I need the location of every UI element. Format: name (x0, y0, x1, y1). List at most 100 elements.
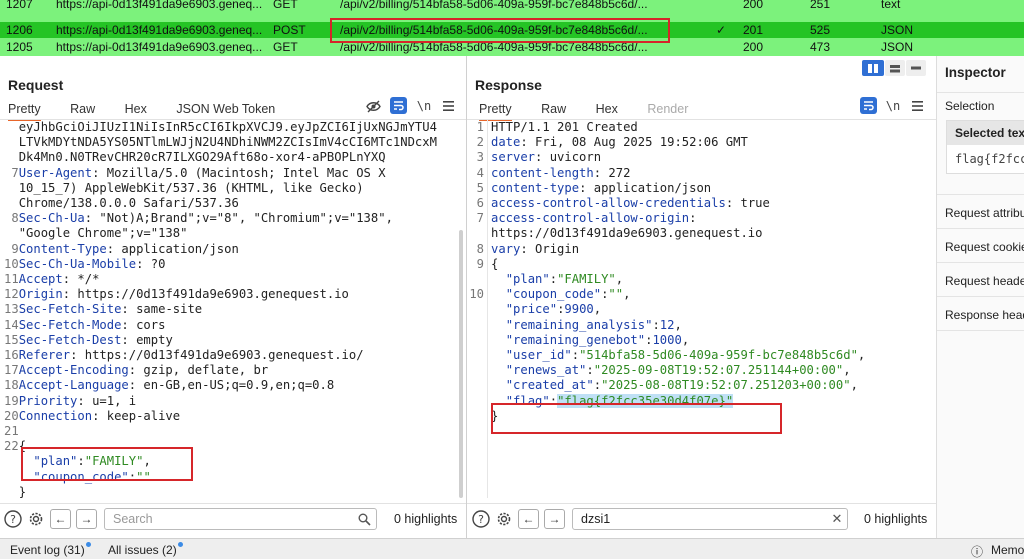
newline-toggle[interactable]: \n (883, 97, 903, 114)
line-number (4, 135, 19, 149)
wrap-toggle-icon[interactable] (860, 97, 877, 114)
json-value: 9900 (564, 302, 594, 317)
header-name: Content-Type (18, 241, 107, 256)
hide-icon[interactable] (365, 98, 381, 114)
section-response-headers[interactable]: Response headers (945, 308, 1024, 322)
tab-jwt[interactable]: JSON Web Token (176, 99, 275, 119)
response-body[interactable]: HTTP/1.1 201 Created date: Fri, 08 Aug 20… (491, 120, 934, 498)
event-log-link[interactable]: Event log (31) (10, 543, 85, 557)
request-tabs: Pretty Raw Hex JSON Web Token (8, 99, 301, 121)
tab-pretty[interactable]: Pretty (479, 99, 512, 121)
code-line: 18Accept-Language: en-GB,en-US;q=0.9,en;… (4, 378, 459, 393)
line-number: 12 (4, 287, 19, 302)
gear-icon[interactable] (26, 509, 46, 529)
selected-text-value[interactable]: flag{f2fcc35e30d4f07e} (947, 145, 1024, 173)
tab-hex[interactable]: Hex (125, 99, 147, 119)
row-id: 1206 (6, 23, 33, 37)
header-name: access-control-allow-origin (491, 211, 690, 226)
menu-icon[interactable] (909, 97, 925, 114)
json-value: "" (608, 287, 624, 302)
row-host: https://api-0d13f491da9e6903.geneq... (56, 23, 263, 37)
request-scrollbar[interactable] (459, 230, 463, 498)
section-request-headers[interactable]: Request headers (945, 274, 1024, 288)
json-key: "remaining_analysis" (505, 317, 653, 332)
line-number (4, 454, 19, 468)
header-value: eyJhbGciOiJIUzI1NiIsInR5cCI6IkpXVCJ9.eyJ… (18, 120, 437, 134)
search-input[interactable]: Search (104, 508, 377, 530)
code-line: LTVkMDYtNDA5YS05NTlmLWJjN2U4NDhiNWM2ZCIs… (4, 135, 459, 150)
header-value: : https://0d13f491da9e6903.genequest.io (62, 287, 349, 302)
row-host: https://api-0d13f491da9e6903.geneq... (56, 40, 263, 54)
json-line: "coupon_code":"", (491, 287, 934, 302)
json-line: "remaining_analysis":12, (491, 318, 934, 333)
gear-icon[interactable] (494, 509, 514, 529)
tab-pretty[interactable]: Pretty (8, 99, 41, 121)
line-number: 16 (4, 348, 19, 363)
divider (937, 330, 1024, 331)
highlight-count: 0 highlights (864, 512, 928, 526)
prev-button[interactable]: ← (518, 509, 539, 529)
header-value: 10_15_7) AppleWebKit/537.36 (KHTML, like… (18, 180, 364, 195)
header-name: content-type (491, 180, 580, 195)
row-id: 1207 (6, 0, 33, 11)
help-icon[interactable]: ? (3, 509, 23, 529)
code-line: { (491, 257, 934, 272)
line-number (4, 196, 19, 210)
next-button[interactable]: → (76, 509, 97, 529)
code-line: 21 (4, 424, 459, 439)
header-value: : Fri, 08 Aug 2025 19:52:06 GMT (520, 135, 748, 150)
code-line: Chrome/138.0.0.0 Safari/537.36 (4, 196, 459, 211)
next-button[interactable]: → (544, 509, 565, 529)
section-request-cookies[interactable]: Request cookies (945, 240, 1024, 254)
memory-label[interactable]: Memory (991, 543, 1024, 557)
help-icon[interactable]: ? (471, 509, 491, 529)
json-line: "price":9900, (491, 302, 934, 317)
code-line: 10_15_7) AppleWebKit/537.36 (KHTML, like… (4, 181, 459, 196)
all-issues-link[interactable]: All issues (2) (108, 543, 177, 557)
info-icon: ⓘ (971, 545, 984, 559)
newline-toggle[interactable]: \n (414, 97, 434, 114)
header-name: Sec-Fetch-Site (18, 302, 122, 317)
header-value: : (689, 211, 697, 226)
header-name: Connection (18, 408, 93, 423)
tab-hex[interactable]: Hex (596, 99, 618, 119)
request-title: Request (8, 77, 64, 93)
tab-raw[interactable]: Raw (70, 99, 95, 119)
code-line: 12Origin: https://0d13f491da9e6903.geneq… (4, 287, 459, 302)
line-number: 17 (4, 363, 19, 378)
code-line: 19Priority: u=1, i (4, 394, 459, 409)
header-value: HTTP/1.1 201 Created (491, 120, 638, 134)
json-colon: : (593, 378, 602, 393)
menu-icon[interactable] (440, 97, 456, 114)
code-line: 7User-Agent: Mozilla/5.0 (Macintosh; Int… (4, 166, 459, 181)
search-input[interactable]: dzsi1 (572, 508, 848, 530)
json-value: "2025-09-08T19:52:07.251144+00:00" (593, 363, 844, 378)
json-value: 1000 (652, 332, 682, 347)
row-host: https://api-0d13f491da9e6903.geneq... (56, 0, 263, 11)
json-value: "2025-08-08T19:52:07.251203+00:00" (601, 378, 851, 393)
wrap-toggle-icon[interactable] (390, 97, 407, 114)
clear-icon[interactable]: ✕ (829, 511, 845, 527)
code-line: "Google Chrome";v="138" (4, 226, 459, 241)
layout-stack-icon[interactable] (885, 60, 905, 76)
header-value: : 272 (593, 165, 631, 180)
code-line: eyJhbGciOiJIUzI1NiIsInR5cCI6IkpXVCJ9.eyJ… (4, 120, 459, 135)
tab-render[interactable]: Render (647, 99, 688, 119)
line-number (4, 120, 19, 134)
layout-split-icon[interactable] (862, 60, 884, 76)
layout-single-icon[interactable] (906, 60, 926, 76)
line-number: 9 (4, 241, 19, 256)
code-line: 11Accept: */* (4, 272, 459, 287)
code-line: } (4, 485, 459, 498)
tab-raw[interactable]: Raw (541, 99, 566, 119)
row-method: GET (273, 40, 298, 54)
prev-button[interactable]: ← (50, 509, 71, 529)
json-line: "created_at":"2025-08-08T19:52:07.251203… (491, 378, 934, 393)
request-body[interactable]: eyJhbGciOiJIUzI1NiIsInR5cCI6IkpXVCJ9.eyJ… (4, 120, 459, 498)
section-request-attributes[interactable]: Request attributes (945, 206, 1024, 220)
line-number: 21 (4, 424, 19, 439)
table-row[interactable]: 1207 https://api-0d13f491da9e6903.geneq.… (0, 0, 1024, 12)
